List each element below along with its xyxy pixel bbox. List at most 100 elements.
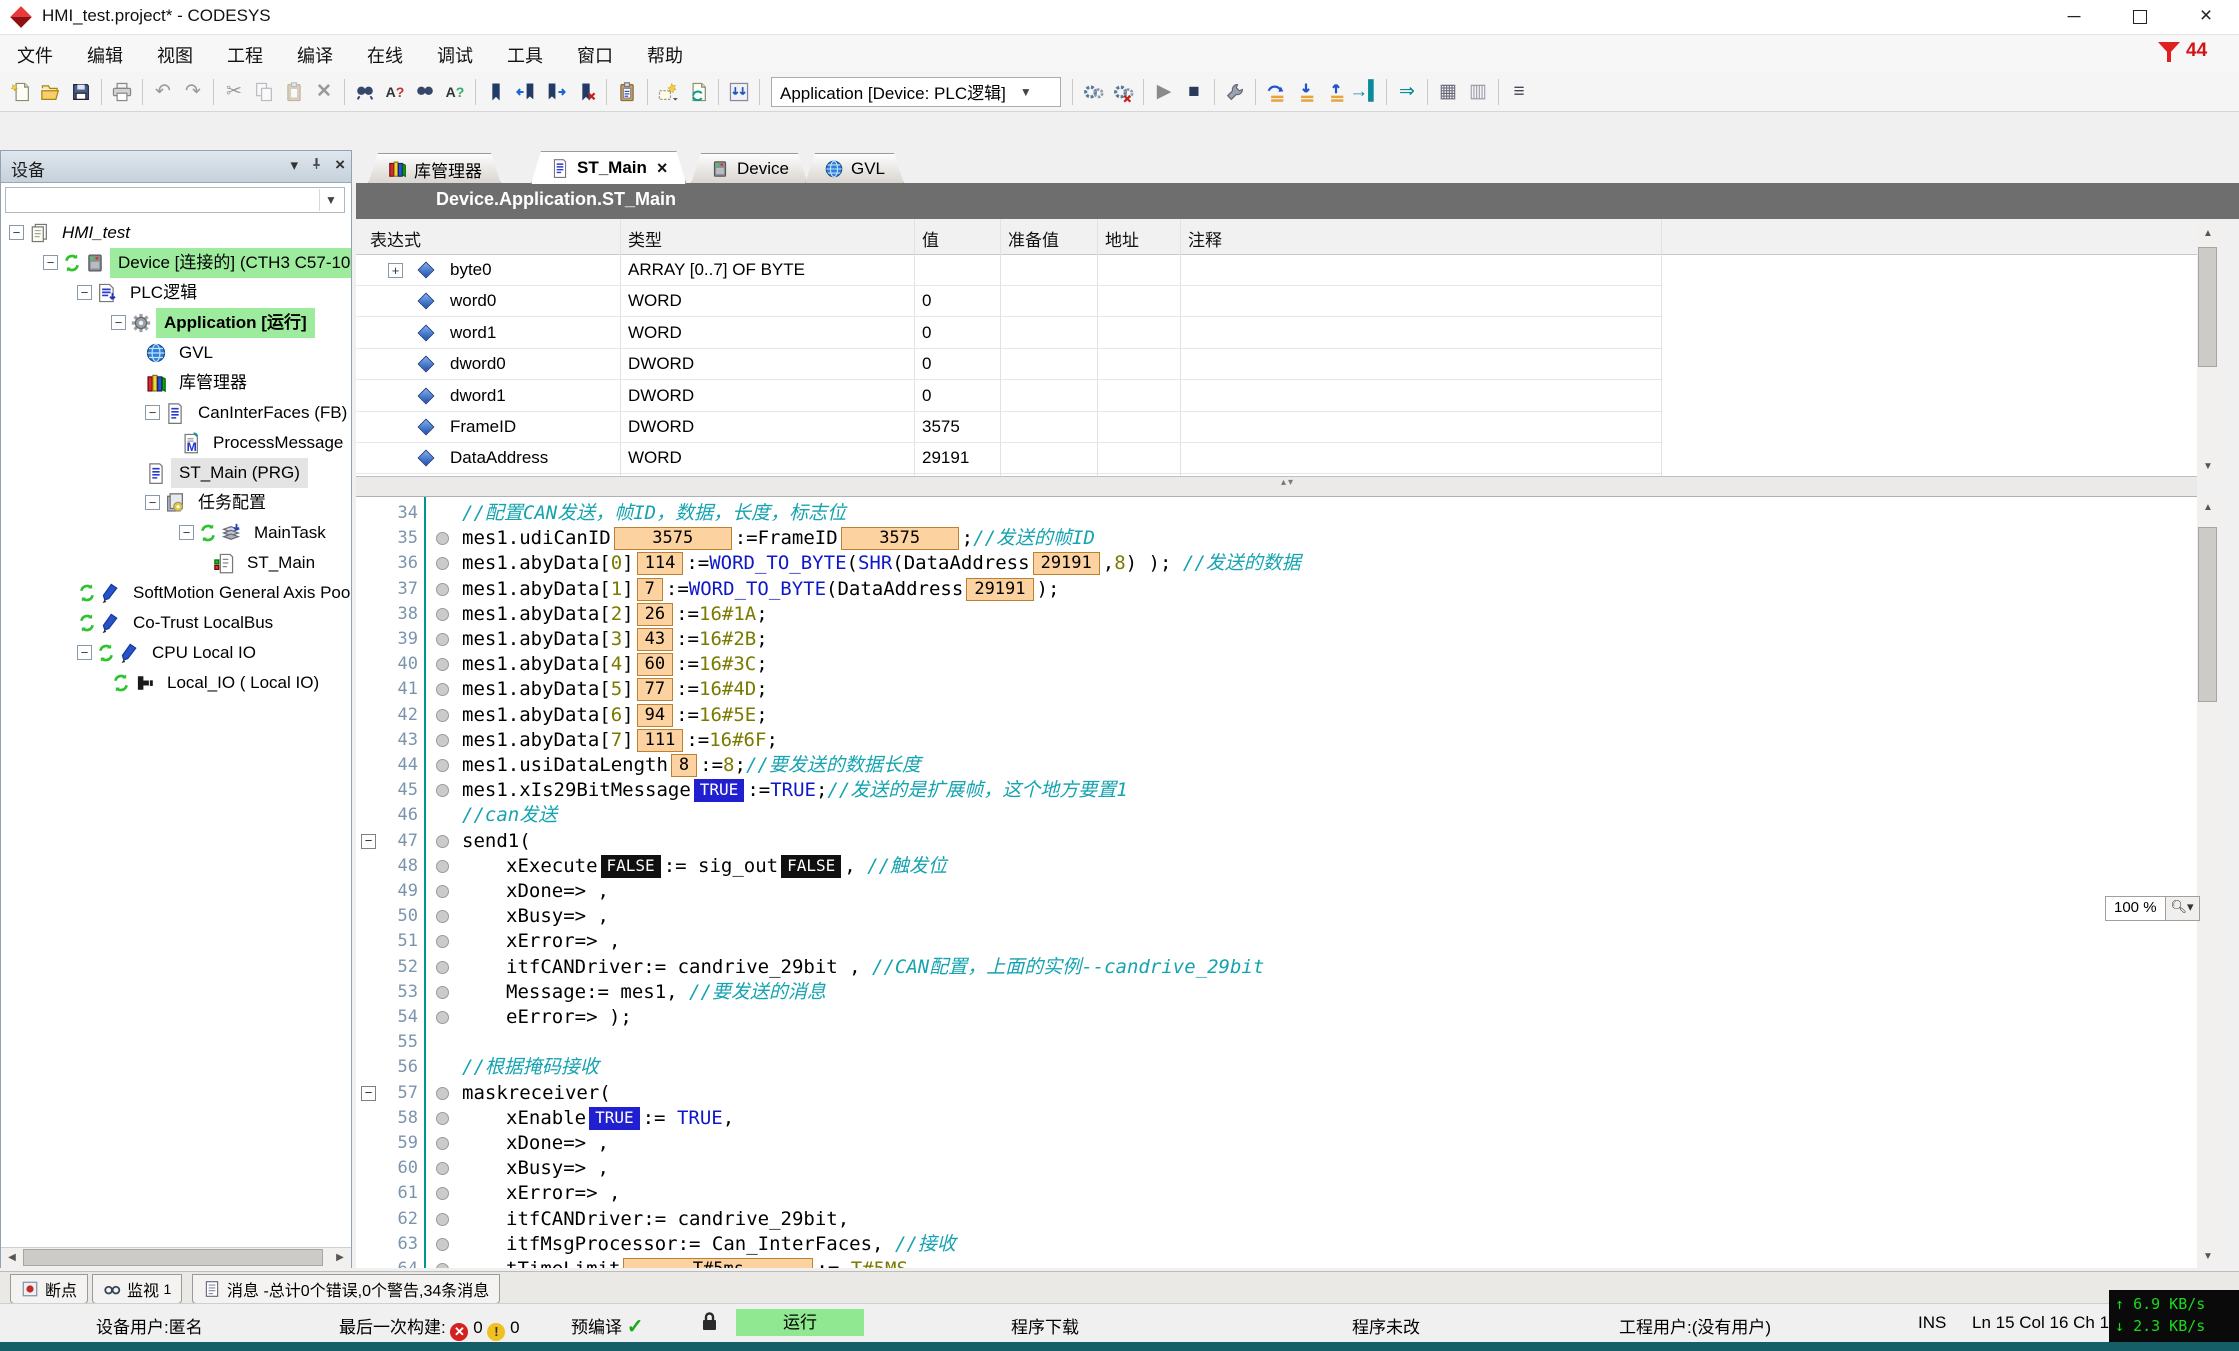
panel-dropdown-icon[interactable]: ▾ xyxy=(291,156,299,174)
scroll-up-icon[interactable]: ▲ xyxy=(2197,223,2219,245)
tb-copy-button[interactable] xyxy=(250,78,278,106)
tb-new-device-button[interactable] xyxy=(654,78,682,106)
watch-vscroll-thumb[interactable] xyxy=(2198,247,2217,367)
tb-bookmark-prev-button[interactable] xyxy=(512,78,540,106)
code-line-40[interactable]: 40mes1.abyData[4]60:=16#3C; xyxy=(356,652,2197,678)
monitor-value-box[interactable]: 26 xyxy=(637,603,673,626)
breakpoint-slot-icon[interactable] xyxy=(436,1263,449,1268)
breakpoint-slot-icon[interactable] xyxy=(436,1011,449,1024)
tb-delete-button[interactable]: ✕ xyxy=(310,78,338,106)
code-line-42[interactable]: 42mes1.abyData[6]94:=16#5E; xyxy=(356,703,2197,729)
code-line-64[interactable]: 64tTimeLimitT#5ms:= T#5MS xyxy=(356,1257,2197,1268)
watch-col-5[interactable]: 注释 xyxy=(1188,226,1222,251)
menu-item-9[interactable]: 帮助 xyxy=(630,35,700,75)
code-line-54[interactable]: 54eError=> ); xyxy=(356,1005,2197,1031)
tb-step-into-button[interactable] xyxy=(1292,78,1320,106)
monitor-value-box[interactable]: 111 xyxy=(637,729,684,752)
monitor-value-box[interactable]: 7 xyxy=(637,578,663,601)
code-line-57[interactable]: −57maskreceiver( xyxy=(356,1081,2197,1107)
watch-row-word0[interactable]: word0WORD0 xyxy=(356,286,1661,317)
tb-replace-next-button[interactable]: A? xyxy=(441,78,469,106)
breakpoint-slot-icon[interactable] xyxy=(436,1187,449,1200)
panel-close-icon[interactable]: × xyxy=(335,155,345,175)
tb-next-statement-button[interactable]: ⇒ xyxy=(1393,78,1421,106)
tree-item-库管理器[interactable]: 库管理器 xyxy=(1,367,351,397)
tb-run-to-cursor-button[interactable]: →▍ xyxy=(1352,78,1380,106)
device-panel-hscrollbar[interactable]: ◀ ▶ xyxy=(1,1247,351,1268)
menu-item-0[interactable]: 文件 xyxy=(0,35,70,75)
expander-icon[interactable]: − xyxy=(145,405,160,420)
tb-step-over-button[interactable] xyxy=(1262,78,1290,106)
tab-ST_Main[interactable]: ST_Main× xyxy=(531,151,686,184)
code-line-43[interactable]: 43mes1.abyData[7]111:=16#6F; xyxy=(356,728,2197,754)
tree-item-HMI_test[interactable]: −HMI_test xyxy=(1,217,351,247)
code-line-50[interactable]: 50xBusy=> , xyxy=(356,904,2197,930)
breakpoint-slot-icon[interactable] xyxy=(436,784,449,797)
code-line-34[interactable]: 34//配置CAN发送，帧ID，数据，长度，标志位 xyxy=(356,501,2197,527)
menu-item-2[interactable]: 视图 xyxy=(140,35,210,75)
scroll-down-icon[interactable]: ▼ xyxy=(2197,1246,2219,1268)
code-line-36[interactable]: 36mes1.abyData[0]114:=WORD_TO_BYTE(SHR(D… xyxy=(356,551,2197,577)
breakpoint-slot-icon[interactable] xyxy=(436,986,449,999)
monitor-value-box[interactable]: 3575 xyxy=(841,527,959,550)
tb-save-button[interactable] xyxy=(67,78,95,106)
code-line-37[interactable]: 37mes1.abyData[1]7:=WORD_TO_BYTE(DataAdd… xyxy=(356,577,2197,603)
monitor-value-box[interactable]: 3575 xyxy=(614,527,732,550)
tb-bookmark-toggle-button[interactable] xyxy=(482,78,510,106)
breakpoint-slot-icon[interactable] xyxy=(436,709,449,722)
watch-col-0[interactable]: 表达式 xyxy=(370,226,421,251)
watch-row-byte0[interactable]: +byte0ARRAY [0..7] OF BYTE xyxy=(356,255,1661,286)
editor-zoom-level[interactable]: 100 % xyxy=(2105,896,2166,921)
code-line-58[interactable]: 58xEnableTRUE:= TRUE, xyxy=(356,1106,2197,1132)
breakpoint-slot-icon[interactable] xyxy=(436,961,449,974)
watch-row-word1[interactable]: word1WORD0 xyxy=(356,318,1661,349)
tb-find-next-button[interactable]: A? xyxy=(381,78,409,106)
monitor-false-box[interactable]: FALSE xyxy=(601,855,661,878)
breakpoint-slot-icon[interactable] xyxy=(436,557,449,570)
tree-item-ST_Main-PRG-[interactable]: ST_Main (PRG) xyxy=(1,457,351,487)
expander-icon[interactable]: − xyxy=(111,315,126,330)
watch-col-2[interactable]: 值 xyxy=(922,226,939,251)
hscroll-thumb[interactable] xyxy=(23,1249,323,1266)
tab-close-icon[interactable]: × xyxy=(657,158,668,179)
device-filter-combo[interactable]: ▼ xyxy=(5,187,345,213)
menu-item-3[interactable]: 工程 xyxy=(210,35,280,75)
tree-item-CanInterFaces-FB-[interactable]: −CanInterFaces (FB) xyxy=(1,397,351,427)
tab-库管理器[interactable]: 库管理器 xyxy=(368,153,501,184)
code-vscrollbar[interactable]: ▲ ▼ xyxy=(2197,497,2219,1268)
expander-icon[interactable]: − xyxy=(43,255,58,270)
code-line-45[interactable]: 45mes1.xIs29BitMessageTRUE:=TRUE;//发送的是扩… xyxy=(356,778,2197,804)
code-line-47[interactable]: −47send1( xyxy=(356,829,2197,855)
menu-item-1[interactable]: 编辑 xyxy=(70,35,140,75)
monitor-true-box[interactable]: TRUE xyxy=(589,1107,640,1130)
expander-icon[interactable]: − xyxy=(77,645,92,660)
monitor-true-box[interactable]: TRUE xyxy=(694,779,745,802)
maximize-button[interactable] xyxy=(2107,0,2173,34)
tb-redo-button[interactable]: ↷ xyxy=(179,78,207,106)
tb-print-button[interactable] xyxy=(108,78,136,106)
breakpoint-slot-icon[interactable] xyxy=(436,885,449,898)
tree-item-Device-连接的-CTH3-C57-103[interactable]: −Device [连接的] (CTH3 C57-103 xyxy=(1,247,351,277)
tb-refresh-device-button[interactable] xyxy=(684,78,712,106)
breakpoint-slot-icon[interactable] xyxy=(436,1112,449,1125)
tab-Device[interactable]: Device xyxy=(691,153,808,184)
code-line-49[interactable]: 49xDone=> , xyxy=(356,879,2197,905)
notification-funnel-icon[interactable] xyxy=(2158,40,2182,64)
monitor-value-box[interactable]: 77 xyxy=(637,678,673,701)
tab-messages[interactable]: 消息 -总计0个错误,0个警告,34条消息 xyxy=(192,1274,500,1304)
tree-item-CPU-Local-IO[interactable]: −CPU Local IO xyxy=(1,637,351,667)
tb-login-button[interactable] xyxy=(1079,78,1107,106)
tb-bookmark-clear-button[interactable] xyxy=(572,78,600,106)
tb-undo-button[interactable]: ↶ xyxy=(149,78,177,106)
code-line-56[interactable]: 56//根据掩码接收 xyxy=(356,1055,2197,1081)
watch-row-dword1[interactable]: dword1DWORD0 xyxy=(356,381,1661,412)
tree-item-PLC逻辑[interactable]: −PLC逻辑 xyxy=(1,277,351,307)
tb-update-device-button[interactable] xyxy=(725,78,753,106)
breakpoint-slot-icon[interactable] xyxy=(436,1087,449,1100)
breakpoint-slot-icon[interactable] xyxy=(436,608,449,621)
expander-icon[interactable]: − xyxy=(77,285,92,300)
breakpoint-slot-icon[interactable] xyxy=(436,860,449,873)
tb-bookmark-next-button[interactable] xyxy=(542,78,570,106)
menu-item-5[interactable]: 在线 xyxy=(350,35,420,75)
breakpoint-slot-icon[interactable] xyxy=(436,683,449,696)
